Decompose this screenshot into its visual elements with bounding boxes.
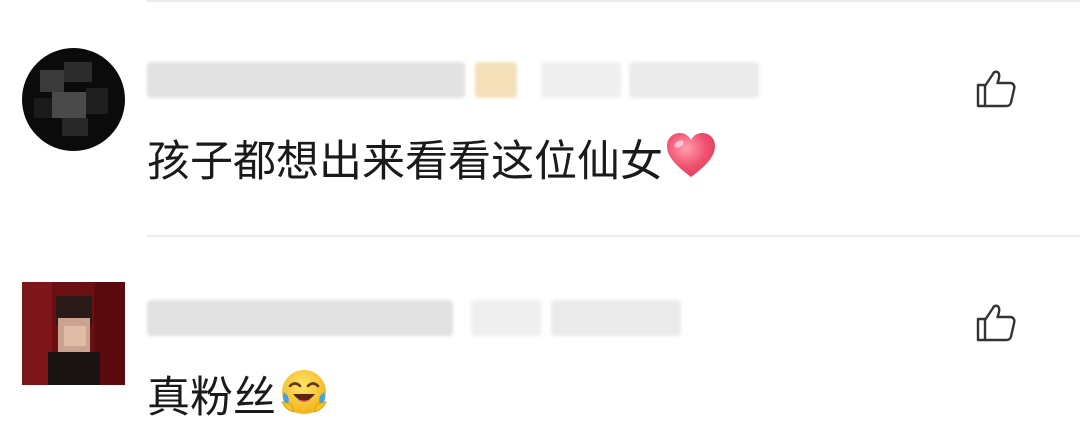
rofl-emoji-icon xyxy=(278,366,330,430)
like-button[interactable] xyxy=(974,300,1018,344)
thumbs-up-icon xyxy=(976,70,1016,108)
user-avatar[interactable] xyxy=(22,282,125,385)
thumbs-up-icon xyxy=(976,304,1016,342)
username[interactable] xyxy=(147,62,465,98)
comment-location xyxy=(551,300,681,336)
comment-text: 孩子都想出来看看这位仙女 xyxy=(147,137,663,187)
comment-item-2: 真粉丝 xyxy=(0,236,1080,445)
comment-body: 孩子都想出来看看这位仙女 xyxy=(147,132,717,192)
username[interactable] xyxy=(147,300,453,336)
comment-item-1: 孩子都想出来看看这位仙女 xyxy=(0,0,1080,236)
comment-meta xyxy=(147,298,681,338)
comment-time xyxy=(541,62,621,98)
comment-time xyxy=(471,300,541,336)
heart-emoji-icon xyxy=(665,132,717,192)
user-badge xyxy=(475,62,517,98)
comment-meta xyxy=(147,60,759,100)
comment-location xyxy=(629,62,759,98)
comment-text: 真粉丝 xyxy=(147,373,276,423)
like-button[interactable] xyxy=(974,66,1018,110)
user-avatar[interactable] xyxy=(22,48,125,151)
comment-body: 真粉丝 xyxy=(147,366,330,430)
